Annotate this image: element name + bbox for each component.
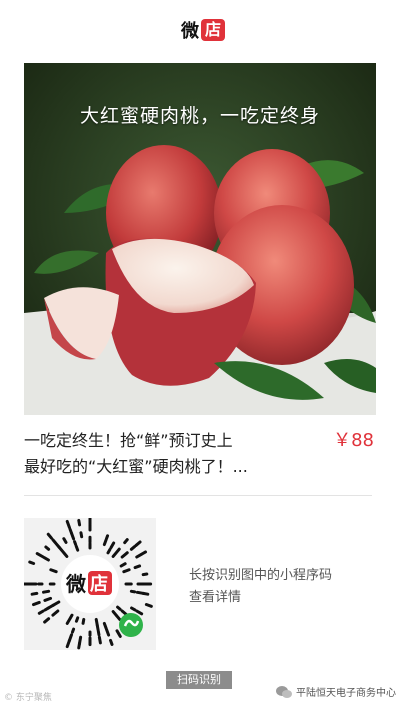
qr-dot [95,623,100,632]
qr-dot [65,519,71,530]
qr-dot [116,605,122,611]
product-title-line1: 一吃定终生！抢“鲜”预订史上 [24,431,233,450]
qr-dot [140,550,148,556]
qr-code-graphic: 微 店 [22,516,156,650]
qr-dot [115,547,121,554]
qr-dot [68,527,74,535]
qr-dot [42,556,50,562]
qr-dot [49,568,58,574]
qr-dot [74,616,80,623]
qr-dot [141,572,149,577]
qr-hint-line2: 查看详情 [189,590,242,605]
qr-hint-line1: 长按识别图中的小程序码 [189,568,333,583]
product-title[interactable]: 一吃定终生！抢“鲜”预订史上 最好吃的“大红蜜”硬肉桃了！... [24,428,274,480]
qr-dot [70,627,76,634]
logo-text-dian: 店 [200,19,225,41]
qr-dot [129,589,137,594]
qr-dot [122,568,131,574]
product-info[interactable]: 一吃定终生！抢“鲜”预订史上 最好吃的“大红蜜”硬肉桃了！... ￥88 [24,428,376,484]
qr-dot [65,638,71,649]
qr-dot [43,596,53,602]
qr-dot [104,627,111,637]
qr-dot [144,603,153,608]
qr-dot [77,518,82,527]
qr-dot [43,606,50,612]
qr-dot [104,534,110,541]
qr-dot [102,538,108,547]
product-image[interactable]: 大红蜜硬肉桃，一吃定终身 [24,63,376,415]
qr-dot [51,538,57,545]
qr-dot [106,547,112,555]
qr-dot [133,564,142,570]
qr-logo-dian: 店 [90,573,108,595]
qr-dot [28,560,36,565]
qr-dot [74,544,80,552]
weidian-logo: 微 店 [181,17,225,43]
scan-recognize-label[interactable]: 扫码识别 [166,671,232,689]
qr-dot [77,641,82,650]
qr-dot [115,614,122,621]
hero-caption: 大红蜜硬肉桃，一吃定终身 [79,105,320,127]
qr-dot [123,538,129,545]
qr-dot [141,591,150,596]
qr-dot [79,531,84,539]
qr-dot [31,600,41,607]
qr-dot [109,638,114,646]
qr-dot [65,618,71,625]
header: 微 店 [0,0,406,60]
qr-dot [96,629,101,637]
product-price: ￥88 [333,430,374,451]
qr-dot [119,562,127,568]
qr-logo-wei: 微 [65,572,86,596]
qr-dot [102,621,108,630]
qr-dot [37,609,45,615]
qr-dot [129,545,137,551]
product-title-line2: 最好吃的“大红蜜”硬肉桃了！... [24,457,248,476]
qr-dot [97,635,102,645]
logo-text-wei: 微 [180,21,199,42]
wechat-icon [276,685,292,698]
qr-dot [73,540,78,547]
watermark-left: © 东宁聚焦 [4,693,52,703]
qr-dot [41,589,51,594]
qr-dot [130,606,137,612]
divider [24,495,372,496]
watermark-right-text: 平陆恒天电子商务中心 [296,688,396,699]
qr-dot [30,591,39,596]
qr-hint: 长按识别图中的小程序码 查看详情 [189,565,332,609]
watermark-right: 平陆恒天电子商务中心 [276,684,396,699]
qr-dot [44,545,51,551]
mini-program-qr-code[interactable]: 微 店 [22,516,156,650]
qr-dot [62,537,68,544]
qr-dot [81,617,86,625]
